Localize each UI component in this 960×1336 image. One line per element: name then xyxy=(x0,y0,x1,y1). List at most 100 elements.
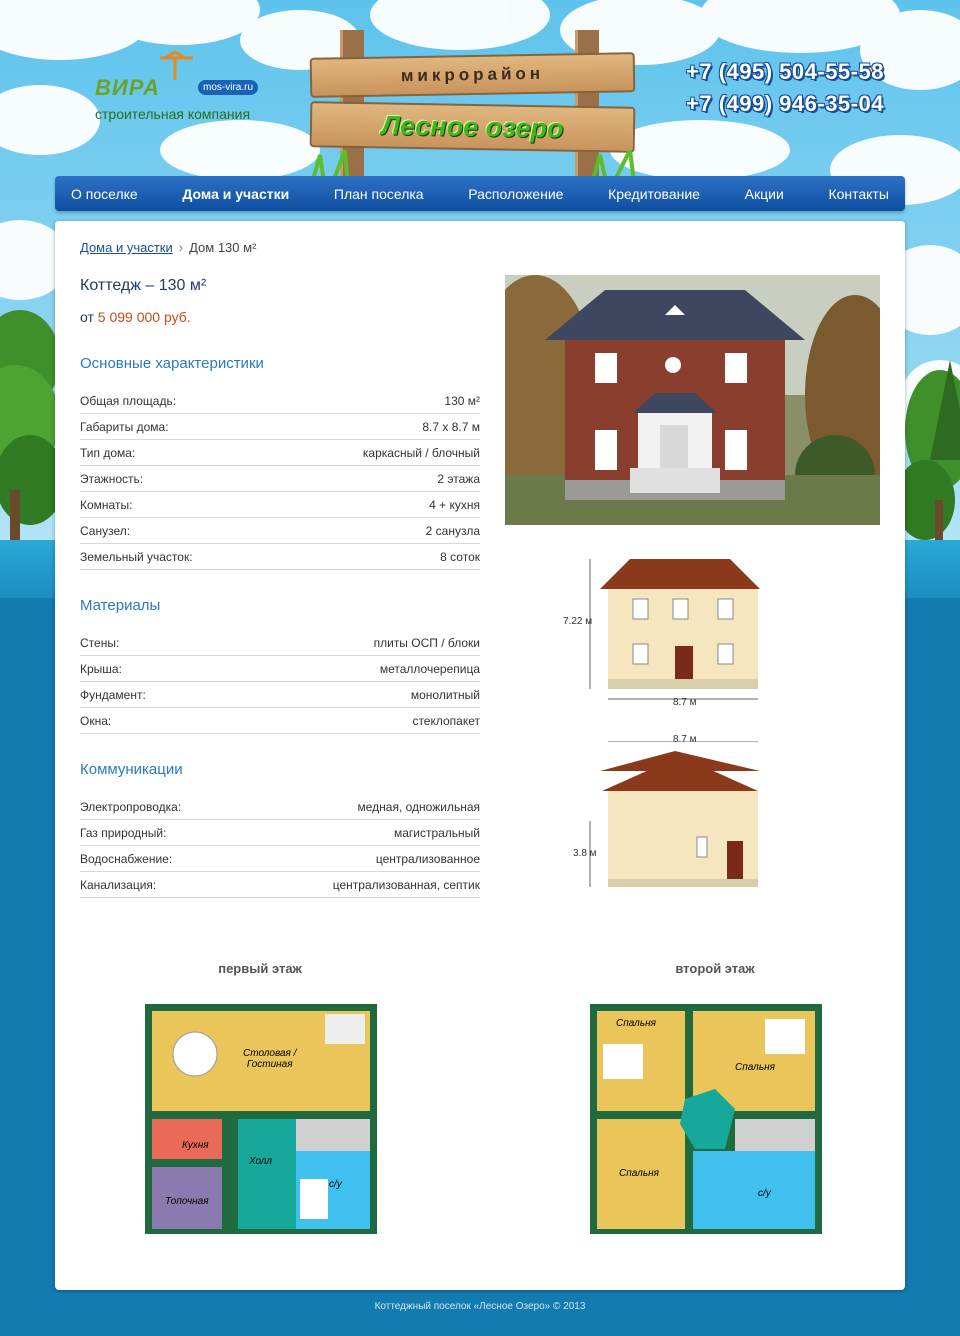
roof xyxy=(600,559,760,589)
main-nav: О поселке Дома и участки План поселка Ра… xyxy=(55,176,905,211)
spec-value: 4 + кухня xyxy=(429,497,480,512)
house-photo[interactable] xyxy=(505,275,880,525)
spec-row: Водоснабжение: централизованное xyxy=(80,846,480,872)
crane-icon xyxy=(160,50,193,80)
spec-value: 2 санузла xyxy=(425,523,480,538)
materials-section: Материалы Стены: плиты ОСП / блоки Крыша: м… xyxy=(80,597,480,734)
facade-side-drawing xyxy=(589,741,760,887)
spec-row: Этажность: 2 этажа xyxy=(80,466,480,492)
spec-row: Крыша: металлочерепица xyxy=(80,656,480,682)
spec-row: Санузел: 2 санузла xyxy=(80,518,480,544)
plan-first-title: первый этаж xyxy=(218,961,302,976)
specs-heading: Основные характеристики xyxy=(80,355,264,372)
spec-value: 8.7 x 8.7 м xyxy=(422,419,480,434)
room-bedroom-2: Спальня xyxy=(735,1062,775,1073)
room-kitchen: Кухня xyxy=(182,1140,209,1151)
spec-row: Габариты дома: 8.7 x 8.7 м xyxy=(80,414,480,440)
specs-table: Общая площадь: 130 м² Габариты дома: 8.7 x … xyxy=(80,388,480,570)
nav-item-credit[interactable]: Кредитование xyxy=(608,186,700,202)
spec-label: Окна: xyxy=(80,713,112,728)
spec-row: Фундамент: монолитный xyxy=(80,682,480,708)
spec-value: монолитный xyxy=(410,687,480,702)
logo-word: ВИРА xyxy=(95,75,160,100)
logo-subtitle: строительная компания xyxy=(95,106,251,122)
phone-number-1[interactable]: +7 (495) 504-55-58 xyxy=(686,56,906,88)
spec-value: 2 этажа xyxy=(437,471,480,486)
room-bath-1: с/у xyxy=(329,1179,342,1190)
spec-label: Этажность: xyxy=(80,471,144,486)
nav-item-plan[interactable]: План поселка xyxy=(334,186,424,202)
spec-label: Санузел: xyxy=(80,523,131,538)
utilities-table: Электропроводка: медная, одножильная Газ п… xyxy=(80,794,480,898)
spec-row: Канализация: централизованная, септик xyxy=(80,872,480,898)
breadcrumb-current: Дом 130 м² xyxy=(189,240,257,255)
nav-item-contacts[interactable]: Контакты xyxy=(828,186,888,202)
spec-label: Канализация: xyxy=(80,877,157,892)
facade-front-width: 8.7 м xyxy=(673,697,697,708)
spec-value: металлочерепица xyxy=(379,661,480,676)
spec-row: Комнаты: 4 + кухня xyxy=(80,492,480,518)
materials-heading: Материалы xyxy=(80,597,161,614)
utilities-heading: Коммуникации xyxy=(80,761,183,778)
spec-label: Общая площадь: xyxy=(80,393,177,408)
spec-label: Газ природный: xyxy=(80,825,167,840)
spec-row: Электропроводка: медная, одножильная xyxy=(80,794,480,820)
spec-label: Электропроводка: xyxy=(80,799,182,814)
facade-front-height: 7.22 м xyxy=(563,616,593,627)
price-value: 5 099 000 руб. xyxy=(97,309,191,325)
spec-label: Крыша: xyxy=(80,661,122,676)
spec-row: Газ природный: магистральный xyxy=(80,820,480,846)
room-bedroom-3: Спальня xyxy=(619,1168,659,1179)
spec-row: Окна: стеклопакет xyxy=(80,708,480,734)
spec-label: Габариты дома: xyxy=(80,419,169,434)
nav-item-promo[interactable]: Акции xyxy=(745,186,784,202)
company-logo[interactable]: ВИРА mos-vira.ru строительная компания xyxy=(95,50,275,130)
spec-value: магистральный xyxy=(393,825,480,840)
nav-item-about[interactable]: О поселке xyxy=(71,186,138,202)
sign-plank: микрорайон xyxy=(309,52,636,98)
spec-label: Водоснабжение: xyxy=(80,851,173,866)
spec-value: плиты ОСП / блоки xyxy=(373,635,480,650)
sign-subtitle: микрорайон xyxy=(400,63,545,86)
nav-item-houses[interactable]: Дома и участки xyxy=(182,186,289,202)
price-line: от 5 099 000 руб. xyxy=(80,309,191,325)
spec-row: Общая площадь: 130 м² xyxy=(80,388,480,414)
spec-value: каркасный / блочный xyxy=(362,445,480,460)
spec-label: Тип дома: xyxy=(80,445,136,460)
footer-copyright: Коттеджный поселок «Лесное Озеро» © 2013 xyxy=(374,1301,586,1312)
specs-section: Основные характеристики Общая площадь: 13… xyxy=(80,355,480,570)
phone-number-2[interactable]: +7 (499) 946-35-04 xyxy=(686,88,906,120)
utilities-section: Коммуникации Электропроводка: медная, одн… xyxy=(80,761,480,898)
content-card: Дома и участки › Дом 130 м² Коттедж – 130 … xyxy=(55,221,905,1290)
logo-site-badge: mos-vira.ru xyxy=(198,80,259,95)
spec-label: Стены: xyxy=(80,635,120,650)
room-bedroom-1: Спальня xyxy=(616,1018,656,1029)
spec-row: Стены: плиты ОСП / блоки xyxy=(80,630,480,656)
sign-title: Лесное озеро xyxy=(381,110,564,144)
spec-value: стеклопакет xyxy=(412,713,480,728)
nav-item-location[interactable]: Расположение xyxy=(468,186,563,202)
spec-label: Комнаты: xyxy=(80,497,133,512)
facade-side-height: 3.8 м xyxy=(573,848,597,859)
sign-plank: Лесное озеро xyxy=(309,101,636,153)
spec-label: Фундамент: xyxy=(80,687,146,702)
page-title: Коттедж – 130 м² xyxy=(80,277,207,294)
breadcrumb: Дома и участки › Дом 130 м² xyxy=(80,240,256,255)
second-floor-plan[interactable] xyxy=(585,999,825,1239)
spec-row: Земельный участок: 8 соток xyxy=(80,544,480,570)
spec-value: медная, одножильная xyxy=(357,799,481,814)
spec-row: Тип дома: каркасный / блочный xyxy=(80,440,480,466)
spec-value: централизованное xyxy=(375,851,480,866)
spec-value: 130 м² xyxy=(444,393,480,408)
materials-table: Стены: плиты ОСП / блоки Крыша: металлочере… xyxy=(80,630,480,734)
room-bath-2: с/у xyxy=(758,1188,771,1199)
plan-second-title: второй этаж xyxy=(675,961,755,976)
spec-value: централизованная, септик xyxy=(332,877,480,892)
room-boiler: Топочная xyxy=(165,1196,209,1207)
phone-block: +7 (495) 504-55-58 +7 (499) 946-35-04 xyxy=(686,56,906,120)
breadcrumb-link[interactable]: Дома и участки xyxy=(80,240,173,255)
breadcrumb-separator: › xyxy=(178,240,184,255)
spec-label: Земельный участок: xyxy=(80,549,193,564)
price-prefix: от xyxy=(80,309,94,325)
room-hall: Холл xyxy=(249,1156,273,1167)
